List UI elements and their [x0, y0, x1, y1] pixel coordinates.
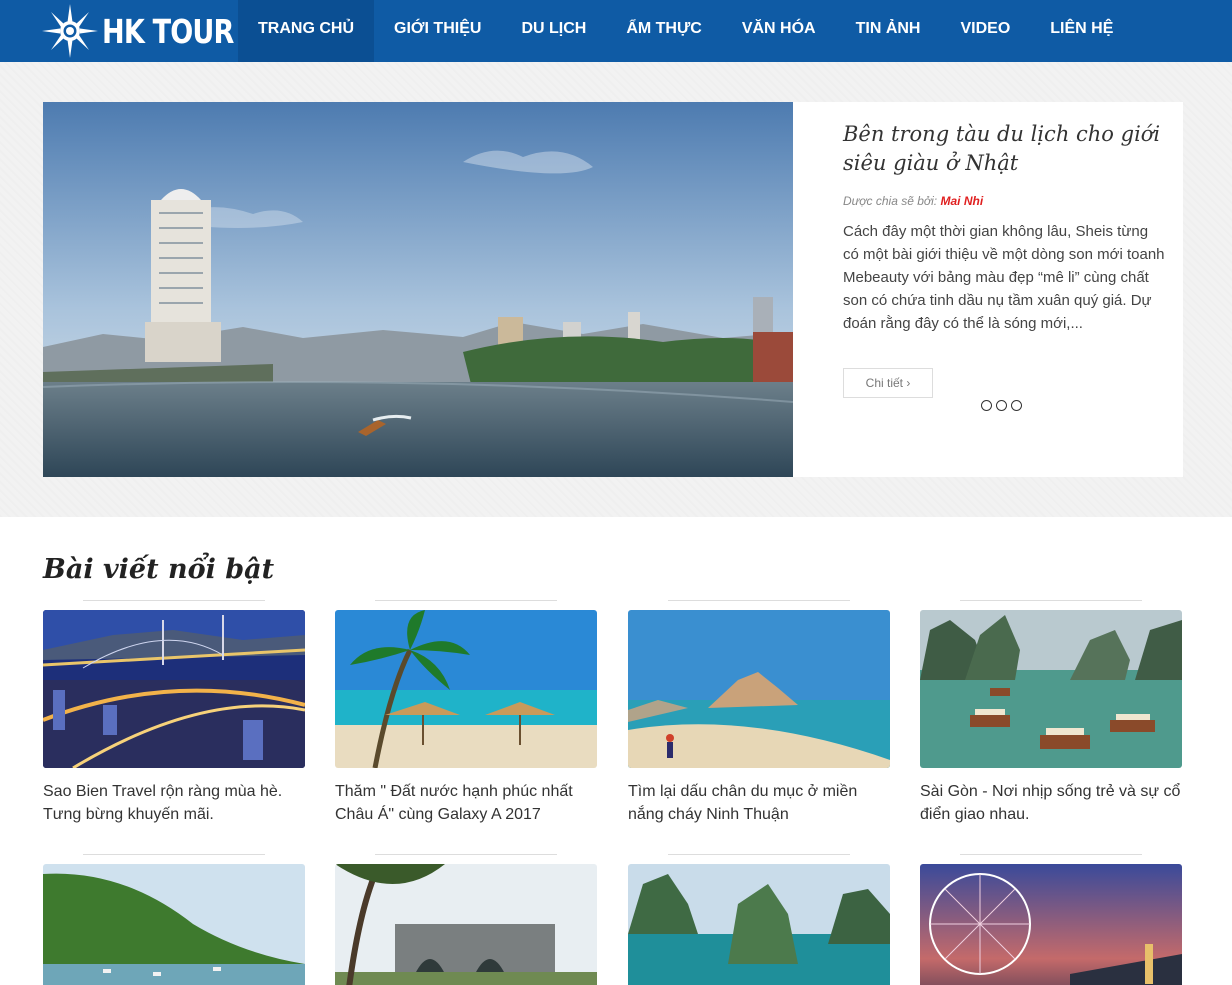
post-card — [920, 854, 1182, 985]
byline-prefix: Dược chia sẽ bởi: — [843, 194, 938, 208]
night-bridge-photo[interactable] — [43, 610, 305, 768]
detail-button[interactable]: Chi tiết › — [843, 368, 933, 398]
post-card — [335, 854, 597, 985]
divider — [375, 854, 557, 855]
logo[interactable]: HK TOUR — [42, 4, 262, 58]
post-title[interactable]: Sài Gòn - Nơi nhịp sống trẻ và sự cổ điể… — [920, 780, 1182, 826]
ferris-wheel-photo[interactable] — [920, 864, 1182, 985]
nav-item-lien-he[interactable]: LIÊN HỆ — [1030, 0, 1133, 62]
green-hill-bay-photo[interactable] — [43, 864, 305, 985]
post-title[interactable]: Sao Bien Travel rộn ràng mùa hè. Tưng bừ… — [43, 780, 305, 826]
divider — [83, 600, 265, 601]
hero-title[interactable]: Bên trong tàu du lịch cho giới siêu giàu… — [843, 120, 1163, 178]
section-title: Bài viết nổi bật — [43, 554, 275, 585]
halong-bay-boats-photo[interactable] — [920, 610, 1182, 768]
hero-excerpt: Cách đây một thời gian không lâu, Sheis … — [843, 223, 1165, 332]
post-card — [628, 854, 890, 985]
divider — [83, 854, 265, 855]
rocky-coast-photo[interactable] — [628, 610, 890, 768]
nav-item-du-lich[interactable]: DU LỊCH — [501, 0, 606, 62]
divider — [668, 854, 850, 855]
hero-slider: Bên trong tàu du lịch cho giới siêu giàu… — [0, 62, 1232, 517]
divider — [668, 600, 850, 601]
nav-item-trang-chu[interactable]: TRANG CHỦ — [238, 0, 374, 62]
nav-item-am-thuc[interactable]: ẨM THỰC — [606, 0, 721, 62]
post-card — [43, 854, 305, 985]
nav-item-gioi-thieu[interactable]: GIỚI THIỆU — [374, 0, 501, 62]
post-title[interactable]: Tìm lại dấu chân du mục ở miền nắng cháy… — [628, 780, 890, 826]
slider-dots — [981, 400, 1022, 411]
divider — [375, 600, 557, 601]
tropical-beach-photo[interactable] — [335, 610, 597, 768]
nav-item-van-hoa[interactable]: VĂN HÓA — [722, 0, 836, 62]
sun-icon — [42, 4, 98, 58]
post-card: Tìm lại dấu chân du mục ở miền nắng cháy… — [628, 600, 890, 826]
main-nav: TRANG CHỦ GIỚI THIỆU DU LỊCH ẨM THỰC VĂN… — [238, 0, 1133, 62]
post-card: Sao Bien Travel rộn ràng mùa hè. Tưng bừ… — [43, 600, 305, 826]
hero-image[interactable] — [43, 102, 793, 477]
nav-item-video[interactable]: VIDEO — [940, 0, 1030, 62]
slider-dot-1[interactable] — [981, 400, 992, 411]
divider — [960, 854, 1142, 855]
post-title[interactable]: Thăm " Đất nước hạnh phúc nhất Châu Á" c… — [335, 780, 597, 826]
hero-byline: Dược chia sẽ bởi: Mai Nhi — [843, 194, 983, 208]
slider-dot-3[interactable] — [1011, 400, 1022, 411]
nav-item-tin-anh[interactable]: TIN ẢNH — [836, 0, 941, 62]
slider-dot-2[interactable] — [996, 400, 1007, 411]
limestone-islands-photo[interactable] — [628, 864, 890, 985]
site-header: HK TOUR TRANG CHỦ GIỚI THIỆU DU LỊCH ẨM … — [0, 0, 1232, 62]
brand-name: HK TOUR — [102, 11, 234, 51]
hero-card: Bên trong tàu du lịch cho giới siêu giàu… — [793, 102, 1183, 477]
citadel-gate-photo[interactable] — [335, 864, 597, 985]
post-card: Thăm " Đất nước hạnh phúc nhất Châu Á" c… — [335, 600, 597, 826]
author-name[interactable]: Mai Nhi — [941, 194, 984, 208]
post-card: Sài Gòn - Nơi nhịp sống trẻ và sự cổ điể… — [920, 600, 1182, 826]
divider — [960, 600, 1142, 601]
